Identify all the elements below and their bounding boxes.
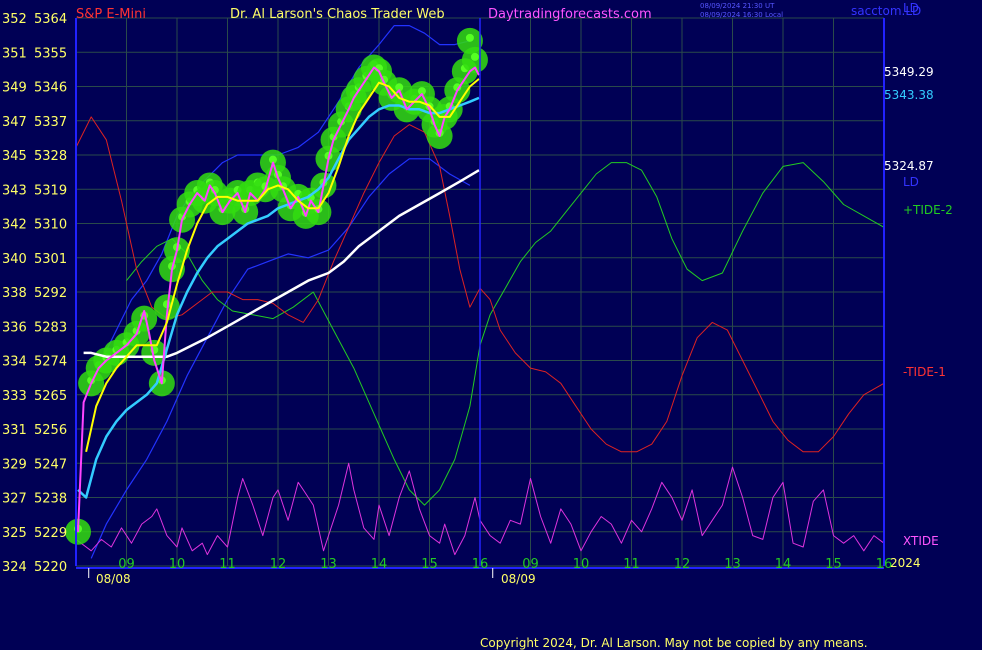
y-price-label: 5319 — [34, 183, 67, 198]
y-price-label: 5220 — [34, 560, 67, 575]
white-ma-value-label: 5324.87 — [884, 159, 934, 173]
y-level-label: 347 — [2, 115, 27, 130]
x-tick-label: 10 — [169, 557, 186, 572]
y-level-label: 325 — [2, 526, 27, 541]
y-level-label: 329 — [2, 457, 27, 472]
x-tick-label: 09 — [118, 557, 135, 572]
x-tick-label: 10 — [573, 557, 590, 572]
y-level-label: 352 — [2, 12, 27, 27]
y-level-label: 333 — [2, 389, 27, 404]
chart-canvas: 352 5364 351 5355 349 5346 347 5337 345 5328 343 53… — [0, 0, 982, 650]
y-level-label: 334 — [2, 355, 27, 370]
y-price-label: 5283 — [34, 320, 67, 335]
y-level-label: 331 — [2, 423, 27, 438]
y-price-label: 5247 — [34, 457, 67, 472]
y-price-label: 5301 — [34, 252, 67, 267]
y-level-label: 351 — [2, 46, 27, 61]
timestamp-utc: 08/09/2024 21:30 UT — [700, 2, 775, 10]
timestamp-local: 08/09/2024 16:30 Local — [700, 11, 783, 19]
date-label-second: 08/09 — [501, 572, 536, 586]
y-price-label: 5328 — [34, 149, 67, 164]
tide1-label: -TIDE-1 — [903, 365, 946, 379]
site-link[interactable]: Daytradingforecasts.com — [488, 7, 652, 22]
y-price-label: 5229 — [34, 526, 67, 541]
y-price-label: 5310 — [34, 218, 67, 233]
x-tick-label: 11 — [623, 557, 640, 572]
y-level-label: 340 — [2, 252, 27, 267]
x-tick-label: 15 — [421, 557, 438, 572]
glow-highlight — [465, 33, 474, 42]
y-level-label: 327 — [2, 492, 27, 507]
date-label-first: 08/08 — [96, 572, 131, 586]
x-tick-label: 11 — [219, 557, 236, 572]
x-tick-label: 14 — [371, 557, 388, 572]
x-tick-label: 14 — [775, 557, 792, 572]
y-level-label: 345 — [2, 149, 27, 164]
cyan-ma-value-label: 5343.38 — [884, 88, 934, 102]
tide2-label: +TIDE-2 — [903, 203, 953, 217]
y-price-label: 5256 — [34, 423, 67, 438]
y-price-label: 5355 — [34, 46, 67, 61]
x-tick-label: 09 — [522, 557, 539, 572]
xtide-label: XTIDE — [903, 534, 939, 548]
y-price-label: 5337 — [34, 115, 67, 130]
x-tick-label: 13 — [724, 557, 741, 572]
y-price-label: 5238 — [34, 492, 67, 507]
y-level-label: 342 — [2, 218, 27, 233]
glow-highlight — [470, 52, 479, 61]
y-price-label: 5265 — [34, 389, 67, 404]
y-level-label: 343 — [2, 183, 27, 198]
symbol-title: S&P E-Mini — [76, 7, 146, 22]
y-level-label: 324 — [2, 560, 27, 575]
x-tick-label: 16 — [472, 557, 489, 572]
ld-top-label: LD — [903, 1, 919, 15]
ld-mid-label: LD — [903, 175, 919, 189]
y-level-label: 336 — [2, 320, 27, 335]
y-level-label: 338 — [2, 286, 27, 301]
year-label: 2024 — [890, 556, 921, 570]
x-tick-label: 12 — [674, 557, 691, 572]
x-tick-label: 12 — [270, 557, 287, 572]
y-price-label: 5292 — [34, 286, 67, 301]
y-price-label: 5346 — [34, 81, 67, 96]
x-tick-label: 15 — [825, 557, 842, 572]
y-price-label: 5364 — [34, 12, 67, 27]
y-price-label: 5274 — [34, 355, 67, 370]
y-level-label: 349 — [2, 81, 27, 96]
x-tick-label: 13 — [320, 557, 337, 572]
copyright-notice: Copyright 2024, Dr. Al Larson. May not b… — [480, 636, 868, 650]
last-price-label: 5349.29 — [884, 65, 934, 79]
author-title: Dr. Al Larson's Chaos Trader Web — [230, 7, 445, 22]
